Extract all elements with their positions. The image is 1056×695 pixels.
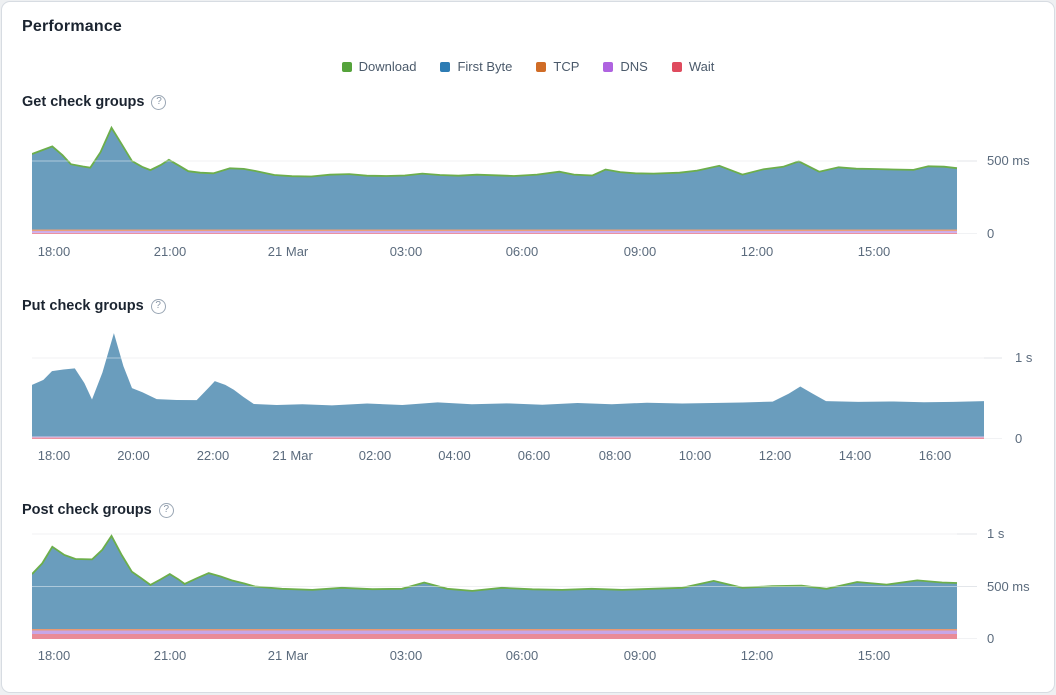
- first-byte-area: [32, 333, 984, 437]
- chart-title-text: Put check groups: [22, 298, 144, 314]
- chart-get-check-groups[interactable]: [32, 118, 977, 239]
- y-axis-label: 500 ms: [987, 153, 1030, 168]
- x-axis-label: 09:00: [624, 244, 657, 259]
- help-icon[interactable]: ?: [159, 503, 174, 518]
- y-axis-label: 500 ms: [987, 579, 1030, 594]
- y-axis-label: 1 s: [987, 526, 1004, 541]
- x-axis-label: 10:00: [679, 448, 712, 463]
- tcp-band: [32, 230, 957, 232]
- x-axis-label: 16:00: [919, 448, 952, 463]
- legend-label: First Byte: [457, 59, 512, 74]
- page-title: Performance: [22, 18, 122, 36]
- legend-swatch-icon: [603, 62, 613, 72]
- legend-item-tcp[interactable]: TCP: [536, 59, 579, 74]
- first-byte-area: [32, 128, 957, 230]
- y-axis-label: 0: [1015, 431, 1022, 446]
- x-axis-label: 12:00: [741, 648, 774, 663]
- performance-panel: Performance Download First Byte TCP DNS Wait…: [1, 1, 1055, 693]
- y-axis-label: 0: [987, 631, 994, 646]
- x-axis-label: 04:00: [438, 448, 471, 463]
- chart-legend: Download First Byte TCP DNS Wait: [2, 59, 1054, 74]
- legend-label: Download: [359, 59, 417, 74]
- x-axis-label: 22:00: [197, 448, 230, 463]
- x-axis-label: 06:00: [506, 648, 539, 663]
- area-chart-svg: [32, 320, 1002, 439]
- x-axis-label: 18:00: [38, 648, 71, 663]
- help-icon[interactable]: ?: [151, 299, 166, 314]
- legend-label: TCP: [553, 59, 579, 74]
- x-axis-label: 15:00: [858, 244, 891, 259]
- x-axis-label: 21 Mar: [268, 244, 308, 259]
- wait-band: [32, 233, 957, 234]
- help-icon[interactable]: ?: [151, 95, 166, 110]
- x-axis-label: 18:00: [38, 244, 71, 259]
- chart-title-post-check-groups: Post check groups ?: [22, 502, 174, 518]
- dns-band: [32, 631, 957, 635]
- x-axis-label: 09:00: [624, 648, 657, 663]
- x-axis-label: 21 Mar: [272, 448, 312, 463]
- wait-band: [32, 634, 957, 639]
- x-axis-label: 21:00: [154, 648, 187, 663]
- chart-title-text: Get check groups: [22, 94, 144, 110]
- legend-item-wait[interactable]: Wait: [672, 59, 715, 74]
- x-axis-label: 18:00: [38, 448, 71, 463]
- y-axis-label: 0: [987, 226, 994, 241]
- legend-label: Wait: [689, 59, 715, 74]
- x-axis-label: 02:00: [359, 448, 392, 463]
- y-axis-label: 1 s: [1015, 350, 1032, 365]
- x-axis-label: 03:00: [390, 648, 423, 663]
- tcp-band: [32, 629, 957, 631]
- chart-put-check-groups[interactable]: [32, 320, 1002, 444]
- x-axis-label: 21:00: [154, 244, 187, 259]
- legend-swatch-icon: [536, 62, 546, 72]
- x-axis-label: 06:00: [506, 244, 539, 259]
- x-axis-label: 20:00: [117, 448, 150, 463]
- x-axis-label: 21 Mar: [268, 648, 308, 663]
- legend-swatch-icon: [440, 62, 450, 72]
- chart-title-get-check-groups: Get check groups ?: [22, 94, 166, 110]
- dns-band: [32, 231, 957, 233]
- dns-band: [32, 437, 984, 438]
- x-axis-label: 12:00: [741, 244, 774, 259]
- area-chart-svg: [32, 118, 977, 234]
- legend-item-dns[interactable]: DNS: [603, 59, 647, 74]
- legend-swatch-icon: [672, 62, 682, 72]
- legend-swatch-icon: [342, 62, 352, 72]
- chart-title-put-check-groups: Put check groups ?: [22, 298, 166, 314]
- x-axis-label: 08:00: [599, 448, 632, 463]
- legend-label: DNS: [620, 59, 647, 74]
- legend-item-download[interactable]: Download: [342, 59, 417, 74]
- x-axis-label: 15:00: [858, 648, 891, 663]
- chart-title-text: Post check groups: [22, 502, 152, 518]
- wait-band: [32, 438, 984, 440]
- first-byte-area: [32, 536, 957, 629]
- x-axis-label: 12:00: [759, 448, 792, 463]
- legend-item-first-byte[interactable]: First Byte: [440, 59, 512, 74]
- x-axis-label: 03:00: [390, 244, 423, 259]
- x-axis-label: 14:00: [839, 448, 872, 463]
- chart-post-check-groups[interactable]: [32, 520, 977, 644]
- x-axis-label: 06:00: [518, 448, 551, 463]
- area-chart-svg: [32, 520, 977, 639]
